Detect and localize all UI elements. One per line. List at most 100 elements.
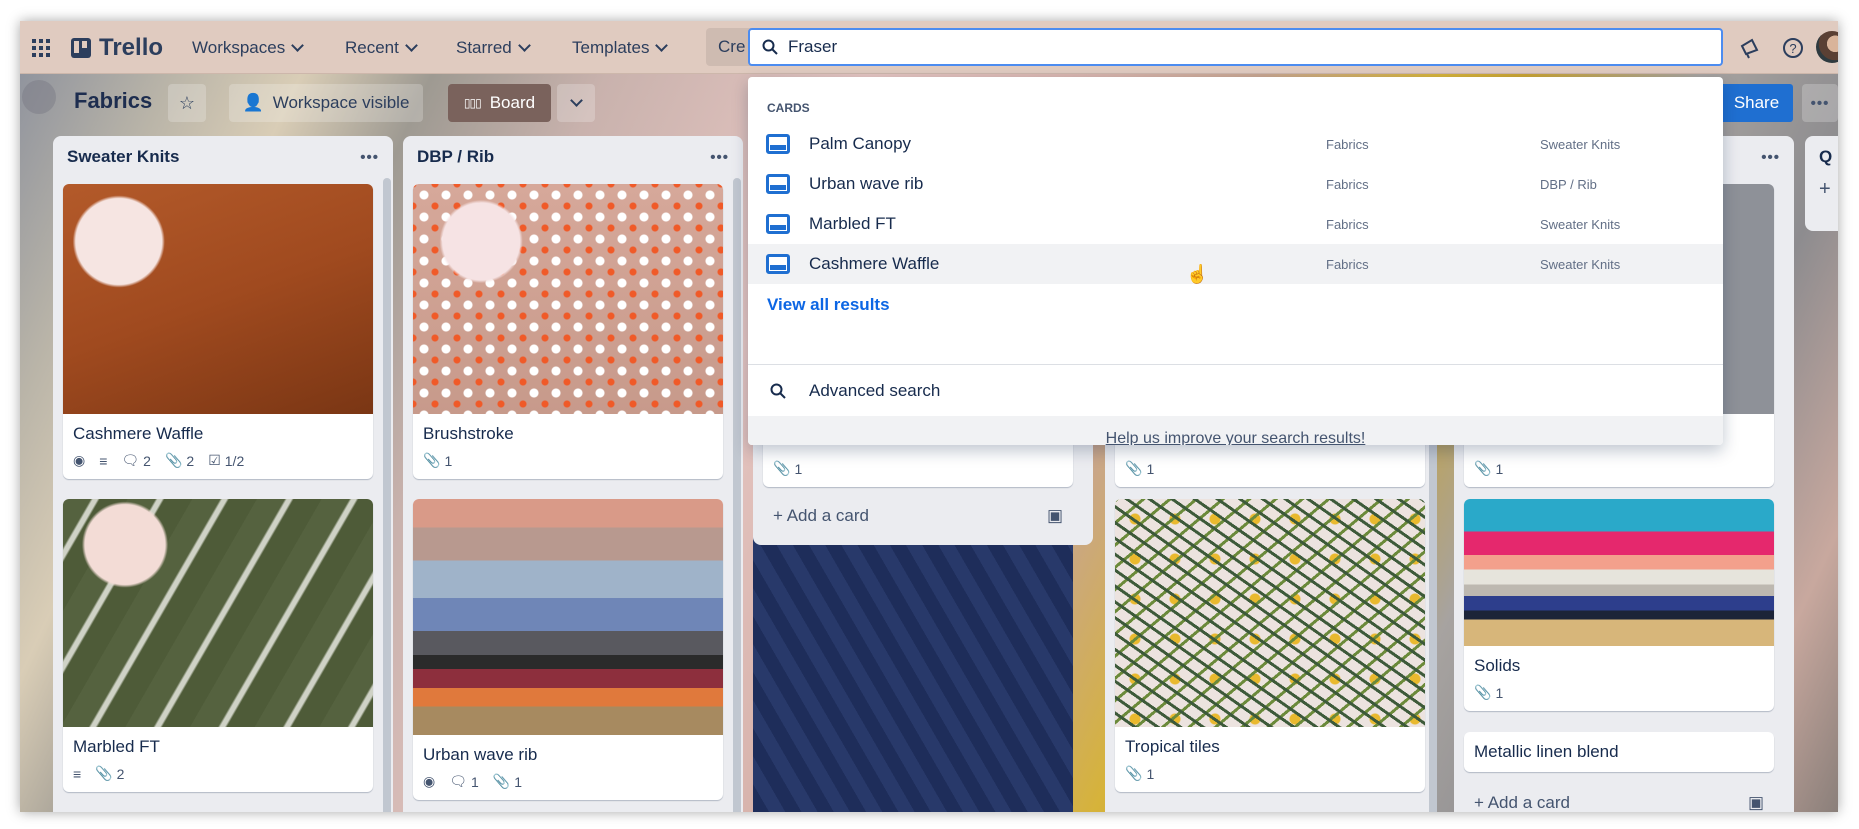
card-icon — [766, 254, 790, 274]
result-title: Marbled FT — [809, 214, 896, 233]
view-all-results-link[interactable]: View all results — [767, 295, 890, 315]
card-icon — [766, 174, 790, 194]
card-cashmere-waffle[interactable]: Cashmere Waffle ◉ ≡ 🗨 2 📎 2 ☑ 1/2 — [63, 184, 373, 479]
add-card-button[interactable]: + Add a card ▣ — [1464, 786, 1774, 812]
list-scrollbar[interactable] — [733, 178, 741, 812]
help-icon[interactable]: ? — [1782, 33, 1804, 63]
attachment-count: 1 — [794, 460, 803, 477]
nav-templates[interactable]: Templates — [572, 33, 669, 63]
list-menu-icon[interactable]: ••• — [1761, 149, 1780, 166]
description-icon: ≡ — [73, 765, 82, 782]
visibility-button[interactable]: 👤 Workspace visible — [229, 84, 423, 122]
result-board: Fabrics — [1326, 176, 1369, 192]
attachment-count: 1 — [1495, 460, 1504, 477]
card-cover-image — [1464, 499, 1774, 646]
list-title[interactable]: DBP / Rib — [417, 147, 494, 167]
attachment-count: 1 — [444, 452, 453, 469]
board-menu-button[interactable]: ••• — [1802, 84, 1838, 122]
create-label: Cre — [718, 37, 746, 56]
search-result[interactable]: Urban wave rib Fabrics DBP / Rib — [748, 164, 1723, 204]
attachment-count: 2 — [116, 765, 125, 782]
add-card-button[interactable]: + Add a card ▣ — [763, 499, 1073, 533]
search-result[interactable]: Cashmere Waffle Fabrics Sweater Knits ☝ — [748, 244, 1723, 284]
chevron-down-icon — [405, 39, 418, 52]
card-title: Tropical tiles — [1125, 737, 1220, 756]
card-cover-image — [63, 184, 373, 414]
card-urban-wave-rib[interactable]: Urban wave rib ◉ 🗨 1 📎 1 — [413, 499, 723, 800]
list-title[interactable]: Sweater Knits — [67, 147, 179, 167]
chevron-down-icon — [517, 39, 531, 52]
card-title: Metallic linen blend — [1474, 742, 1619, 761]
nav-starred[interactable]: Starred — [456, 33, 531, 63]
trello-logo[interactable]: Trello — [71, 33, 163, 63]
list-scrollbar[interactable] — [383, 178, 391, 812]
pointer-cursor-icon: ☝ — [1186, 264, 1209, 284]
top-navigation: Trello Workspaces Recent Starred Templat… — [20, 21, 1838, 74]
star-button[interactable]: ☆ — [168, 84, 206, 122]
logo-text: Trello — [99, 34, 164, 61]
card-solids[interactable]: Solids 📎 1 — [1464, 499, 1774, 711]
nav-label: Workspaces — [192, 38, 286, 57]
attachment-icon: 📎 — [1474, 684, 1492, 700]
result-list: Sweater Knits — [1540, 136, 1621, 152]
template-icon[interactable]: ▣ — [1047, 506, 1063, 526]
view-switcher-button[interactable] — [557, 84, 595, 122]
list-6: Q + — [1805, 136, 1838, 231]
feedback-link[interactable]: Help us improve your search results! — [1106, 430, 1366, 445]
nav-recent[interactable]: Recent — [345, 33, 418, 63]
advanced-search-link[interactable]: Advanced search — [748, 371, 1723, 411]
checklist-count: 1/2 — [224, 452, 245, 469]
attachment-icon: 📎 — [423, 452, 441, 468]
sidebar-expand-button[interactable] — [22, 80, 56, 114]
svg-text:?: ? — [1789, 41, 1796, 56]
share-button[interactable]: Share — [1720, 84, 1793, 122]
add-card-label: Add a card — [786, 506, 869, 525]
plus-icon: + — [1474, 793, 1488, 812]
card-title: Cashmere Waffle — [73, 424, 204, 443]
search-input[interactable]: Fraser — [748, 28, 1723, 66]
nav-label: Templates — [572, 38, 650, 57]
list-menu-icon[interactable]: ••• — [710, 149, 729, 166]
list-title[interactable]: Q — [1819, 147, 1832, 167]
nav-label: Recent — [345, 38, 399, 57]
result-list: Sweater Knits — [1540, 216, 1621, 232]
notifications-icon[interactable] — [1738, 33, 1760, 63]
attachment-count: 2 — [186, 452, 195, 469]
search-icon — [770, 383, 786, 399]
add-card-label: Add a card — [1487, 793, 1570, 812]
board-icon: ▯▯▯ — [463, 96, 482, 110]
list-menu-icon[interactable]: ••• — [360, 149, 379, 166]
search-result[interactable]: Palm Canopy Fabrics Sweater Knits — [748, 124, 1723, 164]
card-brushstroke[interactable]: Brushstroke 📎 1 — [413, 184, 723, 479]
attachment-icon: 📎 — [164, 452, 183, 468]
card-cover-image — [413, 499, 723, 735]
board-title[interactable]: Fabrics — [74, 88, 152, 114]
board-view-button[interactable]: ▯▯▯ Board — [448, 84, 551, 122]
search-results-dropdown: CARDS Palm Canopy Fabrics Sweater Knits Ur… — [748, 77, 1723, 445]
result-title: Palm Canopy — [809, 134, 912, 153]
list-dbp-rib: DBP / Rib ••• Brushstroke 📎 1 Urban wave r… — [403, 136, 743, 812]
card-cover-image — [63, 499, 373, 727]
search-result[interactable]: Marbled FT Fabrics Sweater Knits — [748, 204, 1723, 244]
chevron-down-icon — [291, 39, 305, 52]
attachment-count: 1 — [1495, 684, 1504, 701]
trello-window: Trello Workspaces Recent Starred Templat… — [20, 21, 1838, 812]
chevron-down-icon — [655, 39, 669, 52]
card-metallic-linen-blend[interactable]: Metallic linen blend — [1464, 732, 1774, 772]
view-label: Board — [489, 93, 536, 112]
trello-logo-icon — [71, 38, 91, 58]
plus-icon[interactable]: + — [1815, 178, 1838, 201]
attachment-count: 1 — [1146, 765, 1155, 782]
result-list: DBP / Rib — [1540, 176, 1597, 192]
chevron-down-icon — [569, 94, 583, 107]
avatar[interactable] — [1816, 31, 1838, 63]
description-icon: ≡ — [99, 452, 108, 469]
people-icon: 👤 — [242, 93, 264, 112]
search-icon — [762, 39, 778, 55]
card-title: Solids — [1474, 656, 1521, 675]
apps-grid-icon[interactable] — [32, 33, 50, 63]
template-icon[interactable]: ▣ — [1748, 793, 1764, 812]
nav-workspaces[interactable]: Workspaces — [192, 33, 305, 63]
card-tropical-tiles[interactable]: Tropical tiles 📎 1 — [1115, 499, 1425, 792]
card-marbled-ft[interactable]: Marbled FT ≡ 📎 2 — [63, 499, 373, 792]
